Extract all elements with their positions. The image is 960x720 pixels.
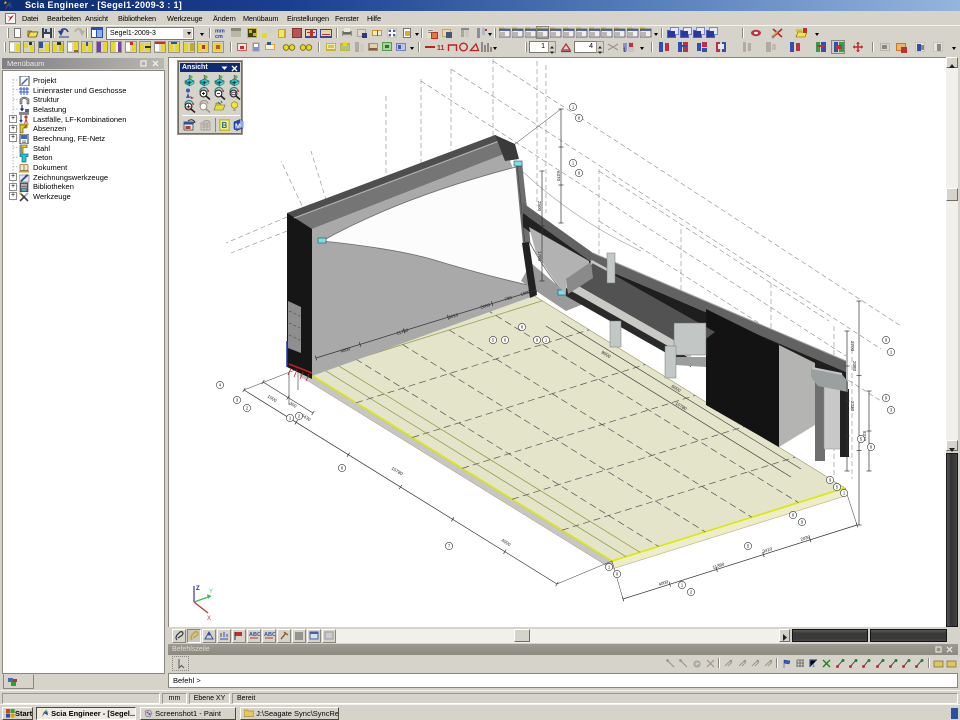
svg-text:Y: Y	[209, 589, 213, 595]
svg-text:1700: 1700	[537, 251, 542, 262]
svg-text:4000: 4000	[658, 579, 670, 587]
svg-text:B: B	[222, 121, 228, 130]
svg-text:1: 1	[812, 663, 815, 669]
svg-text:6370: 6370	[556, 171, 561, 182]
svg-text:cm: cm	[215, 34, 223, 39]
svg-text:3410: 3410	[762, 546, 774, 554]
svg-text:ABC: ABC	[264, 632, 275, 638]
svg-text:2080: 2080	[852, 361, 857, 372]
svg-text:1000: 1000	[266, 394, 278, 404]
svg-text:300: 300	[288, 401, 297, 409]
svg-text:2030: 2030	[800, 534, 812, 542]
svg-text:Z: Z	[196, 586, 200, 592]
svg-text:15780: 15780	[390, 466, 404, 477]
svg-text:2500: 2500	[537, 201, 542, 212]
svg-text:M: M	[235, 124, 241, 131]
svg-text:ABC: ABC	[249, 632, 260, 638]
svg-text:G: G	[695, 662, 699, 668]
svg-text:4000: 4000	[500, 538, 512, 548]
svg-text:11: 11	[437, 45, 445, 52]
svg-text:X: X	[207, 616, 211, 622]
svg-text:2700: 2700	[850, 341, 855, 352]
svg-text:3230: 3230	[850, 401, 855, 412]
